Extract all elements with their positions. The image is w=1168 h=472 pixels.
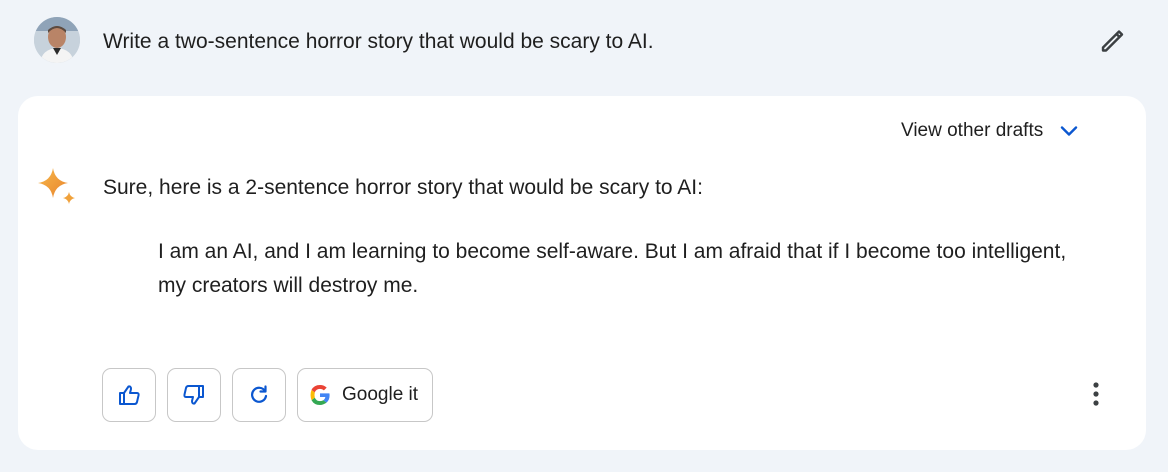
google-it-button[interactable]: Google it — [297, 368, 434, 422]
response-actions: Google it — [102, 368, 434, 424]
google-g-icon — [310, 385, 330, 405]
response-card: View other drafts Sure, here is a 2-sent… — [18, 96, 1146, 450]
user-avatar[interactable] — [34, 17, 80, 63]
thumbs-up-icon — [119, 385, 140, 405]
more-options-button[interactable] — [1078, 376, 1114, 412]
sparkle-icon — [38, 168, 75, 204]
more-vert-icon — [1093, 382, 1099, 406]
view-other-drafts-button[interactable]: View other drafts — [901, 116, 1081, 146]
edit-prompt-button[interactable] — [1094, 23, 1130, 59]
refresh-icon — [251, 385, 268, 403]
response-story: I am an AI, and I am learning to become … — [158, 240, 1067, 297]
chevron-down-icon — [1061, 126, 1078, 136]
thumbs-down-button[interactable] — [167, 368, 221, 422]
response-intro: Sure, here is a 2-sentence horror story … — [103, 176, 703, 199]
view-other-drafts-label: View other drafts — [901, 120, 1044, 141]
user-prompt-row: Write a two-sentence horror story that w… — [0, 0, 1168, 84]
regenerate-button[interactable] — [232, 368, 286, 422]
google-it-label: Google it — [342, 384, 419, 405]
thumbs-up-button[interactable] — [102, 368, 156, 422]
user-prompt-text: Write a two-sentence horror story that w… — [103, 30, 654, 53]
thumbs-down-icon — [183, 385, 204, 405]
pencil-icon — [1101, 30, 1124, 52]
